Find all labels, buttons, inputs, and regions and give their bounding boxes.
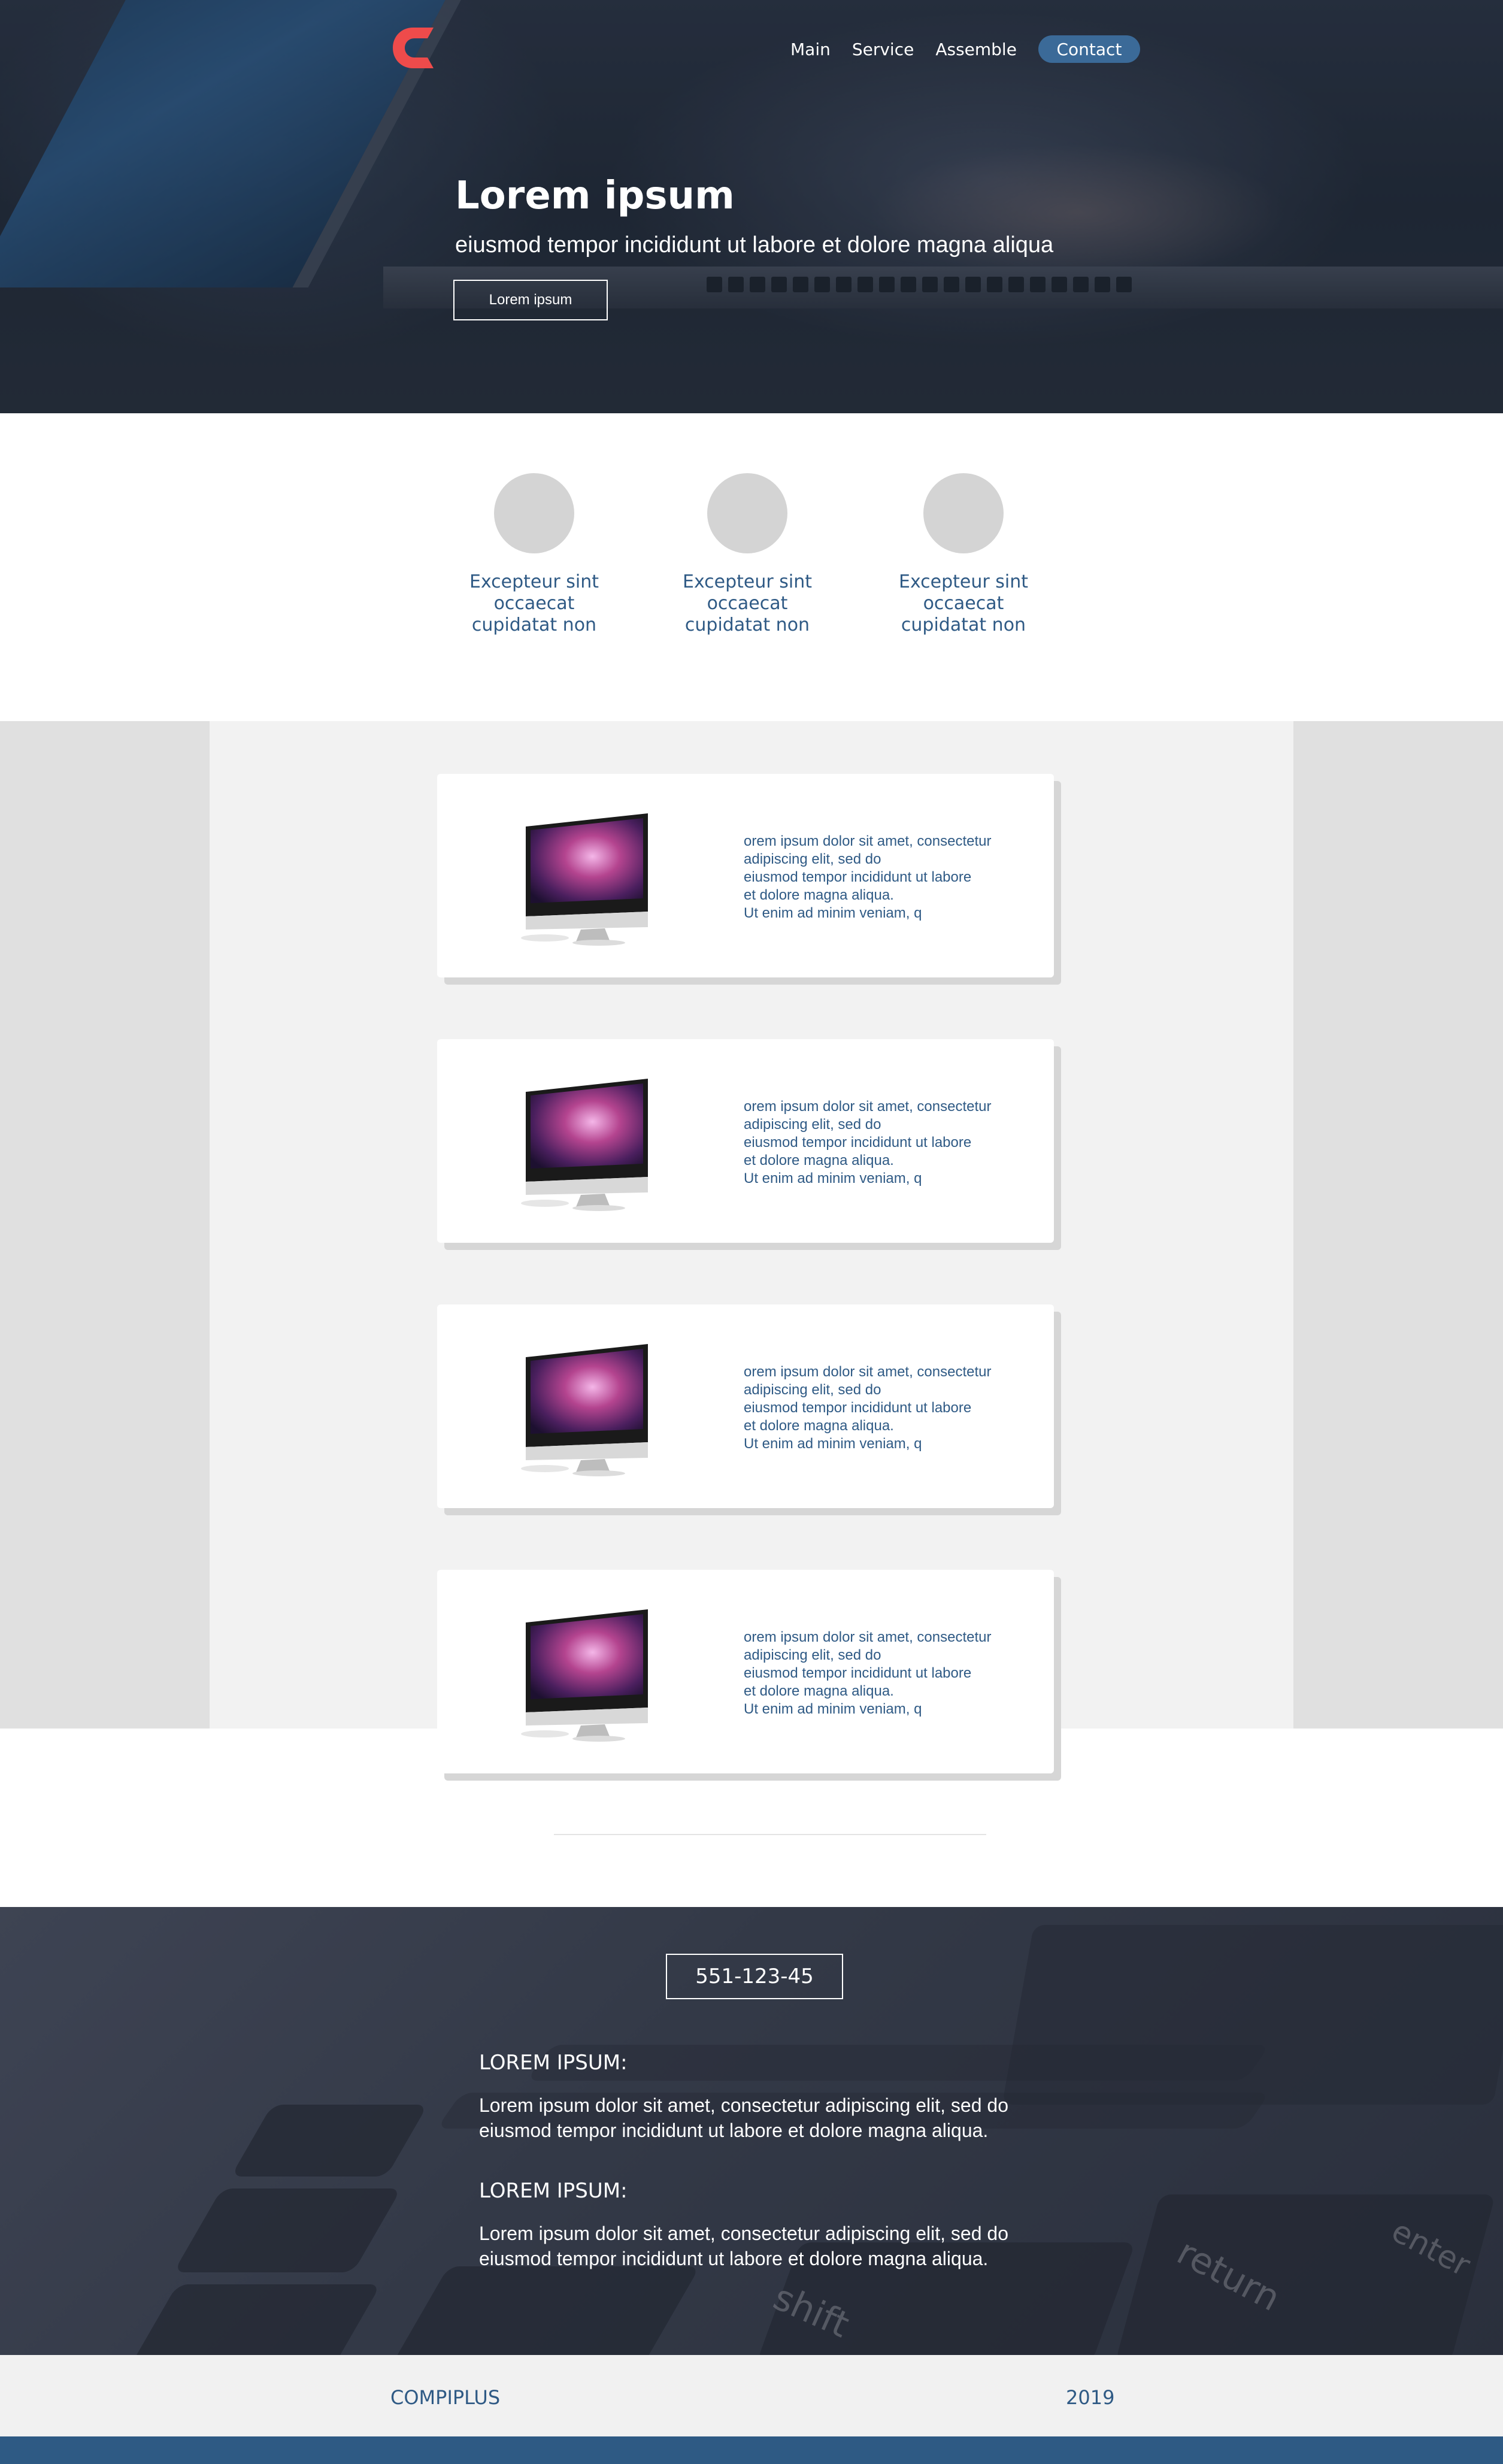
product-card[interactable]: orem ipsum dolor sit amet, consectetur a… xyxy=(437,1304,1054,1508)
main-nav: Main Service Assemble Contact xyxy=(790,35,1140,63)
info-title: LOREM IPSUM: xyxy=(479,2051,628,2075)
section-divider xyxy=(554,1834,986,1835)
imac-image xyxy=(521,1344,648,1476)
feature-item: Excepteur sint occaecat cupidatat non xyxy=(877,473,1050,636)
imac-image xyxy=(521,1609,648,1742)
hero-subtitle: eiusmod tempor incididunt ut labore et d… xyxy=(455,232,1054,258)
footer: COMPIPLUS 2019 xyxy=(0,2355,1503,2436)
feature-item: Excepteur sint occaecat cupidatat non xyxy=(660,473,834,636)
feature-icon-placeholder xyxy=(923,473,1004,553)
nav-link-assemble[interactable]: Assemble xyxy=(935,40,1017,59)
nav-link-main[interactable]: Main xyxy=(790,40,831,59)
product-description: orem ipsum dolor sit amet, consectetur a… xyxy=(744,833,992,921)
hero-cta-button[interactable]: Lorem ipsum xyxy=(453,280,608,320)
imac-image xyxy=(521,813,648,946)
footer-brand: COMPIPLUS xyxy=(390,2386,501,2409)
feature-icon-placeholder xyxy=(494,473,574,553)
info-title: LOREM IPSUM: xyxy=(479,2179,628,2203)
feature-text: Excepteur sint occaecat cupidatat non xyxy=(682,571,813,635)
contact-section: shift return enter 551-123-45 LOREM IPSU… xyxy=(0,1907,1503,2355)
feature-item: Excepteur sint occaecat cupidatat non xyxy=(447,473,621,636)
product-description: orem ipsum dolor sit amet, consectetur a… xyxy=(744,1629,992,1717)
feature-text: Excepteur sint occaecat cupidatat non xyxy=(898,571,1029,635)
nav-contact-button[interactable]: Contact xyxy=(1038,35,1140,63)
feature-text: Excepteur sint occaecat cupidatat non xyxy=(469,571,599,635)
product-card[interactable]: orem ipsum dolor sit amet, consectetur a… xyxy=(437,1039,1054,1243)
product-card[interactable]: orem ipsum dolor sit amet, consectetur a… xyxy=(437,774,1054,977)
imac-image xyxy=(521,1079,648,1211)
product-description: orem ipsum dolor sit amet, consectetur a… xyxy=(744,1098,992,1186)
hero-overlay xyxy=(0,0,1503,413)
info-text: Lorem ipsum dolor sit amet, consectetur … xyxy=(479,2094,1008,2141)
phone-number[interactable]: 551-123-45 xyxy=(666,1954,843,1999)
hero-section: Main Service Assemble Contact Lorem ipsu… xyxy=(0,0,1503,413)
nav-link-service[interactable]: Service xyxy=(852,40,914,59)
product-description: orem ipsum dolor sit amet, consectetur a… xyxy=(744,1364,992,1452)
info-text: Lorem ipsum dolor sit amet, consectetur … xyxy=(479,2223,1008,2269)
footer-bottom-bar xyxy=(0,2436,1503,2464)
hero-title: Lorem ipsum xyxy=(455,174,735,218)
logo-c-icon[interactable] xyxy=(390,25,436,71)
footer-year: 2019 xyxy=(1066,2386,1115,2409)
product-card[interactable]: orem ipsum dolor sit amet, consectetur a… xyxy=(437,1570,1054,1773)
feature-icon-placeholder xyxy=(707,473,787,553)
